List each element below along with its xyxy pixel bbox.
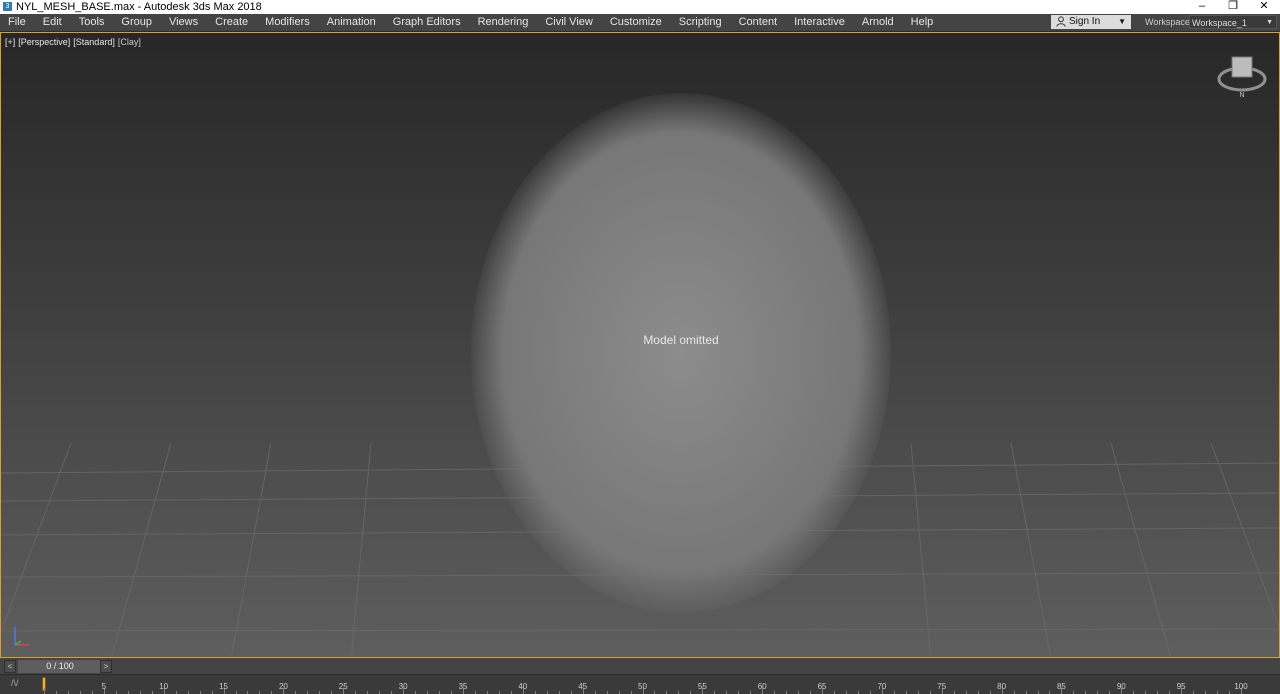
perspective-viewport[interactable]: Model omitted [+] [Perspective] [Standar…: [0, 32, 1280, 658]
menu-item-interactive[interactable]: Interactive: [785, 14, 853, 31]
menu-list: File Edit Tools Group Views Create Modifiers An…: [0, 14, 941, 31]
model-placeholder-label: Model omitted: [643, 333, 719, 347]
track-bar-ruler[interactable]: /\/ 5 10 15 20 25 30 35 40 45 50 55 60 65 70 75 80 85 90 9…: [0, 674, 1280, 694]
menu-item-arnold[interactable]: Arnold: [853, 14, 902, 31]
ruler-label: 75: [937, 682, 947, 691]
ruler-label: 25: [338, 682, 348, 691]
ruler-label: 85: [1056, 682, 1066, 691]
chevron-down-icon: ▼: [1118, 17, 1126, 26]
ruler-label: 55: [697, 682, 707, 691]
menu-item-graph-editors[interactable]: Graph Editors: [384, 14, 469, 31]
menu-item-help[interactable]: Help: [902, 14, 942, 31]
viewport-standard-label[interactable]: [Standard]: [73, 37, 115, 47]
menu-item-create[interactable]: Create: [206, 14, 256, 31]
next-frame-button[interactable]: >: [100, 660, 112, 673]
viewport-plus-menu[interactable]: [+]: [5, 37, 15, 47]
ruler-label: 35: [458, 682, 468, 691]
ruler-label: 50: [638, 682, 647, 691]
restore-icon[interactable]: ❐: [1218, 0, 1248, 14]
window-title: NYL_MESH_BASE.max - Autodesk 3ds Max 201…: [16, 1, 262, 13]
viewcube-icon[interactable]: N: [1214, 53, 1270, 109]
3ds-max-icon: 3: [3, 2, 12, 11]
menu-item-content[interactable]: Content: [730, 14, 786, 31]
ruler-label: 20: [278, 682, 288, 691]
time-slider-track: < 0 / 100 >: [4, 660, 112, 673]
ruler-tick: [44, 688, 45, 694]
ruler-label: 40: [518, 682, 528, 691]
sign-in-label: Sign In: [1069, 16, 1101, 27]
user-icon: [1056, 16, 1066, 27]
ruler-label: 90: [1116, 682, 1126, 691]
viewport-pov-label[interactable]: [Perspective]: [18, 37, 70, 47]
ruler-label: 10: [159, 682, 169, 691]
menu-item-tools[interactable]: Tools: [70, 14, 113, 31]
menu-item-animation[interactable]: Animation: [318, 14, 384, 31]
title-bar: 3 NYL_MESH_BASE.max - Autodesk 3ds Max 2…: [0, 0, 1280, 14]
ruler-label: 5: [101, 682, 107, 691]
close-icon[interactable]: ✕: [1249, 0, 1279, 14]
workspace-dropdown[interactable]: Workspace_1 ▼: [1189, 15, 1277, 29]
viewport-shading-label[interactable]: [Clay]: [118, 37, 141, 47]
sign-in-button[interactable]: Sign In ▼: [1051, 15, 1131, 29]
minimize-icon[interactable]: –: [1187, 0, 1217, 14]
workspace-value: Workspace_1: [1192, 18, 1247, 28]
menu-item-scripting[interactable]: Scripting: [670, 14, 730, 31]
menu-item-civil-view[interactable]: Civil View: [536, 14, 600, 31]
mini-curve-editor-icon[interactable]: /\/: [11, 678, 19, 688]
ruler-label: 100: [1234, 682, 1248, 691]
menu-item-views[interactable]: Views: [160, 14, 206, 31]
menu-item-customize[interactable]: Customize: [601, 14, 670, 31]
ruler-label: 30: [398, 682, 408, 691]
ruler-label: 70: [877, 682, 887, 691]
model-placeholder: [471, 93, 891, 613]
chevron-down-icon: ▼: [1266, 19, 1273, 26]
ruler-label: 65: [817, 682, 827, 691]
menu-item-edit[interactable]: Edit: [34, 14, 70, 31]
menu-item-modifiers[interactable]: Modifiers: [256, 14, 318, 31]
ruler-label: 60: [757, 682, 767, 691]
prev-frame-button[interactable]: <: [4, 660, 16, 673]
ruler-label: 95: [1176, 682, 1186, 691]
svg-text:N: N: [1239, 92, 1244, 99]
ruler-label: 15: [219, 682, 228, 691]
time-slider[interactable]: 0 / 100: [18, 660, 102, 673]
timeline-bar: < 0 / 100 > /\/ 5 10 15 20 25 30 35 40 45 50 55 60 6…: [0, 658, 1280, 694]
menu-item-group[interactable]: Group: [112, 14, 160, 31]
menu-item-file[interactable]: File: [0, 14, 34, 31]
viewport-label-menu: [+] [Perspective] [Standard] [Clay]: [5, 37, 141, 47]
axis-tripod-icon: [14, 627, 29, 646]
ruler-label: 45: [578, 682, 588, 691]
ruler-label: 80: [997, 682, 1007, 691]
menu-item-rendering[interactable]: Rendering: [469, 14, 537, 31]
